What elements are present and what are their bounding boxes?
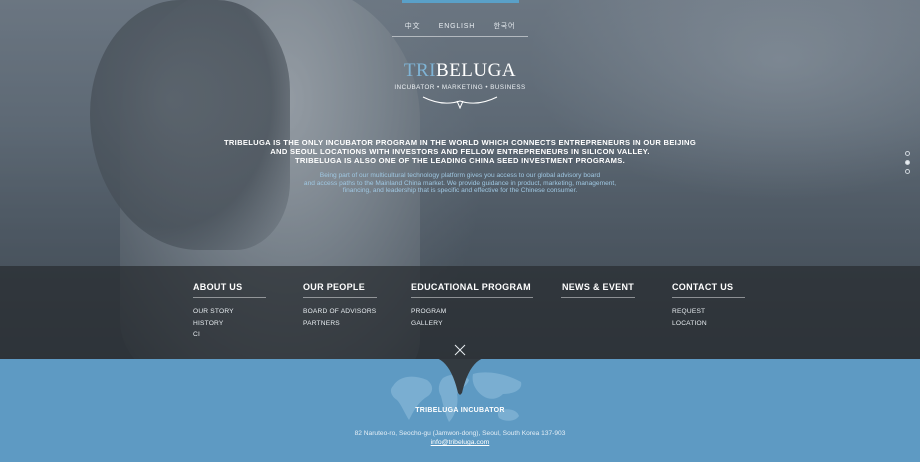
nav-column-about: ABOUT US OUR STORY HISTORY CI xyxy=(193,282,266,341)
nav-link-history[interactable]: HISTORY xyxy=(193,318,266,330)
footer-email-wrapper: info@tribeluga.com xyxy=(0,439,920,446)
site-footer: TRIBELUGA INCUBATOR 82 Naruteo-ro, Seoch… xyxy=(0,359,920,462)
footer-address: 82 Naruteo-ro, Seocho-gu (Jamwon-dong), … xyxy=(354,430,566,437)
language-english-link[interactable]: ENGLISH xyxy=(439,23,475,30)
footer-email-link[interactable]: info@tribeluga.com xyxy=(431,439,490,446)
active-indicator-bar xyxy=(402,0,519,3)
nav-column-education: EDUCATIONAL PROGRAM PROGRAM GALLERY xyxy=(411,282,533,329)
slider-dot-2[interactable] xyxy=(905,160,910,165)
close-icon[interactable] xyxy=(454,344,466,356)
language-korean-link[interactable]: 한국어 xyxy=(494,23,516,30)
logo-wordmark: TRIBELUGA xyxy=(0,60,920,82)
nav-heading-education[interactable]: EDUCATIONAL PROGRAM xyxy=(411,282,533,298)
headline-line: TRIBELUGA IS ALSO ONE OF THE LEADING CHI… xyxy=(294,156,626,165)
nav-link-partners[interactable]: PARTNERS xyxy=(303,318,377,330)
nav-heading-people[interactable]: OUR PEOPLE xyxy=(303,282,377,298)
nav-heading-about[interactable]: ABOUT US xyxy=(193,282,266,298)
whale-tail-icon xyxy=(422,96,498,109)
nav-link-request[interactable]: REQUEST xyxy=(672,306,745,318)
nav-heading-contact[interactable]: CONTACT US xyxy=(672,282,745,298)
logo-wordmark-tri: TRI xyxy=(403,60,437,81)
language-chinese-link[interactable]: 中文 xyxy=(405,23,421,30)
whale-tail-emblem xyxy=(438,359,482,395)
nav-column-news: NEWS & EVENT xyxy=(561,282,635,306)
description-line: and access paths to the Mainland China m… xyxy=(303,179,617,187)
footer-company-name: TRIBELUGA INCUBATOR xyxy=(415,407,505,414)
nav-link-gallery[interactable]: GALLERY xyxy=(411,318,533,330)
slider-pagination xyxy=(905,151,910,178)
logo-tagline: INCUBATOR • MARKETING • BUSINESS xyxy=(394,84,526,91)
language-switcher: 中文 ENGLISH 한국어 xyxy=(0,15,920,37)
nav-link-our-story[interactable]: OUR STORY xyxy=(193,306,266,318)
headline-line: AND SEOUL LOCATIONS WITH INVESTORS AND F… xyxy=(270,147,650,156)
nav-heading-news[interactable]: NEWS & EVENT xyxy=(561,282,635,298)
description-line: Being part of our multicultural technolo… xyxy=(319,172,601,179)
nav-column-people: OUR PEOPLE BOARD OF ADVISORS PARTNERS xyxy=(303,282,377,329)
nav-link-ci[interactable]: CI xyxy=(193,329,266,341)
nav-link-program[interactable]: PROGRAM xyxy=(411,306,533,318)
headline-line: TRIBELUGA IS THE ONLY INCUBATOR PROGRAM … xyxy=(223,138,697,147)
description-line: financing, and leadership that is specif… xyxy=(342,187,578,194)
hero-headline: TRIBELUGA IS THE ONLY INCUBATOR PROGRAM … xyxy=(0,138,920,165)
slider-dot-3[interactable] xyxy=(905,169,910,174)
site-logo[interactable]: TRIBELUGA INCUBATOR • MARKETING • BUSINE… xyxy=(0,60,920,109)
hero-description: Being part of our multicultural technolo… xyxy=(0,172,920,195)
nav-link-board-of-advisors[interactable]: BOARD OF ADVISORS xyxy=(303,306,377,318)
nav-column-contact: CONTACT US REQUEST LOCATION xyxy=(672,282,745,329)
logo-wordmark-beluga: BELUGA xyxy=(436,60,517,81)
nav-link-location[interactable]: LOCATION xyxy=(672,318,745,330)
slider-dot-1[interactable] xyxy=(905,151,910,156)
